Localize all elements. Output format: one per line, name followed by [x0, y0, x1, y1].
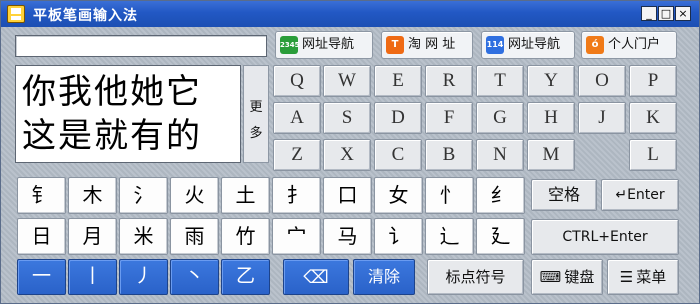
close-button[interactable]: ×: [675, 6, 691, 21]
radical-key[interactable]: 火: [170, 177, 219, 214]
menu-icon: ☰: [619, 268, 634, 286]
logo-2345-icon: 2345: [280, 36, 299, 54]
link-114-nav[interactable]: 114 网址导航: [481, 31, 575, 59]
title-bar[interactable]: 平板笔画输入法 _ □ ×: [1, 1, 699, 27]
letter-key-t[interactable]: T: [476, 65, 524, 97]
radical-key[interactable]: 钅: [17, 177, 66, 214]
letter-key-e[interactable]: E: [374, 65, 422, 97]
space-button[interactable]: 空格: [531, 179, 597, 211]
candidate-row-2[interactable]: 这是就有的: [22, 116, 236, 156]
logo-114-icon: 114: [486, 36, 504, 54]
more-candidates-button[interactable]: 更 多: [243, 65, 269, 163]
letter-key-a[interactable]: A: [273, 102, 321, 134]
clear-button[interactable]: 清除: [353, 259, 415, 295]
more-label-2: 多: [249, 126, 263, 141]
stroke-pie-key[interactable]: 丿: [119, 259, 168, 295]
radical-key[interactable]: 月: [68, 218, 117, 255]
letter-key-k[interactable]: K: [629, 102, 677, 134]
menu-button[interactable]: ☰ 菜单: [607, 259, 679, 295]
letter-key-b[interactable]: B: [425, 139, 473, 171]
restore-button[interactable]: □: [658, 6, 674, 21]
app-icon: [7, 5, 25, 23]
ctrl-enter-button[interactable]: CTRL+Enter: [531, 219, 679, 255]
letter-key-w[interactable]: W: [323, 65, 371, 97]
letter-key-l[interactable]: L: [629, 139, 677, 171]
window-title: 平板笔画输入法: [33, 8, 138, 24]
letter-key-j[interactable]: J: [578, 102, 626, 134]
radical-key[interactable]: 雨: [170, 218, 219, 255]
letter-key-m[interactable]: M: [527, 139, 575, 171]
radical-key[interactable]: 日: [17, 218, 66, 255]
link-label: 个人门户: [608, 37, 661, 52]
radical-key[interactable]: 女: [374, 177, 423, 214]
link-label: 网址导航: [508, 37, 561, 52]
radical-key[interactable]: 木: [68, 177, 117, 214]
letter-key-z[interactable]: Z: [273, 139, 321, 171]
link-personal-portal[interactable]: ó 个人门户: [581, 31, 677, 59]
keyboard-label: 键盘: [564, 268, 595, 286]
composition-input[interactable]: [15, 35, 267, 57]
taobao-icon: T: [386, 36, 404, 54]
minimize-button[interactable]: _: [641, 6, 657, 21]
letter-key-p[interactable]: P: [629, 65, 677, 97]
letter-key-f[interactable]: F: [425, 102, 473, 134]
stroke-shu-key[interactable]: 丨: [68, 259, 117, 295]
menu-label: 菜单: [636, 268, 667, 286]
keyboard-button[interactable]: ⌨ 键盘: [531, 259, 603, 295]
radical-key[interactable]: 纟: [476, 177, 525, 214]
link-label: 淘 网 址: [408, 37, 456, 52]
portal-icon: ó: [586, 36, 604, 54]
keyboard-icon: ⌨: [539, 268, 562, 286]
radical-key[interactable]: 竹: [221, 218, 270, 255]
letter-key-d[interactable]: D: [374, 102, 422, 134]
link-taobao-nav[interactable]: T 淘 网 址: [381, 31, 473, 59]
punctuation-button[interactable]: 标点符号: [427, 259, 524, 295]
radical-key[interactable]: 氵: [119, 177, 168, 214]
candidate-row-1[interactable]: 你我他她它: [22, 72, 236, 112]
link-label: 网址导航: [302, 37, 355, 52]
ime-window: 平板笔画输入法 _ □ × 2345 网址导航 T 淘 网 址 114 网址导航…: [0, 0, 700, 304]
radical-key[interactable]: 讠: [374, 218, 423, 255]
radical-key[interactable]: 廴: [476, 218, 525, 255]
candidate-panel: 你我他她它 这是就有的: [15, 65, 241, 163]
more-label-1: 更: [249, 100, 263, 115]
letter-key-g[interactable]: G: [476, 102, 524, 134]
letter-key-s[interactable]: S: [323, 102, 371, 134]
enter-button[interactable]: ↵Enter: [601, 179, 679, 211]
stroke-dian-key[interactable]: 丶: [170, 259, 219, 295]
letter-key-o[interactable]: O: [578, 65, 626, 97]
radical-key[interactable]: 忄: [425, 177, 474, 214]
letter-key-x[interactable]: X: [323, 139, 371, 171]
radical-key[interactable]: 宀: [272, 218, 321, 255]
radical-key[interactable]: 米: [119, 218, 168, 255]
letter-key-y[interactable]: Y: [527, 65, 575, 97]
stroke-zhe-key[interactable]: 乙: [221, 259, 270, 295]
radical-key[interactable]: 土: [221, 177, 270, 214]
radical-key[interactable]: 辶: [425, 218, 474, 255]
stroke-heng-key[interactable]: 一: [17, 259, 66, 295]
letter-key-r[interactable]: R: [425, 65, 473, 97]
letter-key-h[interactable]: H: [527, 102, 575, 134]
link-2345-nav[interactable]: 2345 网址导航: [275, 31, 373, 59]
letter-key-c[interactable]: C: [374, 139, 422, 171]
backspace-button[interactable]: ⌫: [283, 259, 349, 295]
radical-key[interactable]: 马: [323, 218, 372, 255]
radical-key[interactable]: 口: [323, 177, 372, 214]
radical-key[interactable]: 扌: [272, 177, 321, 214]
letter-key-n[interactable]: N: [476, 139, 524, 171]
letter-key-q[interactable]: Q: [273, 65, 321, 97]
